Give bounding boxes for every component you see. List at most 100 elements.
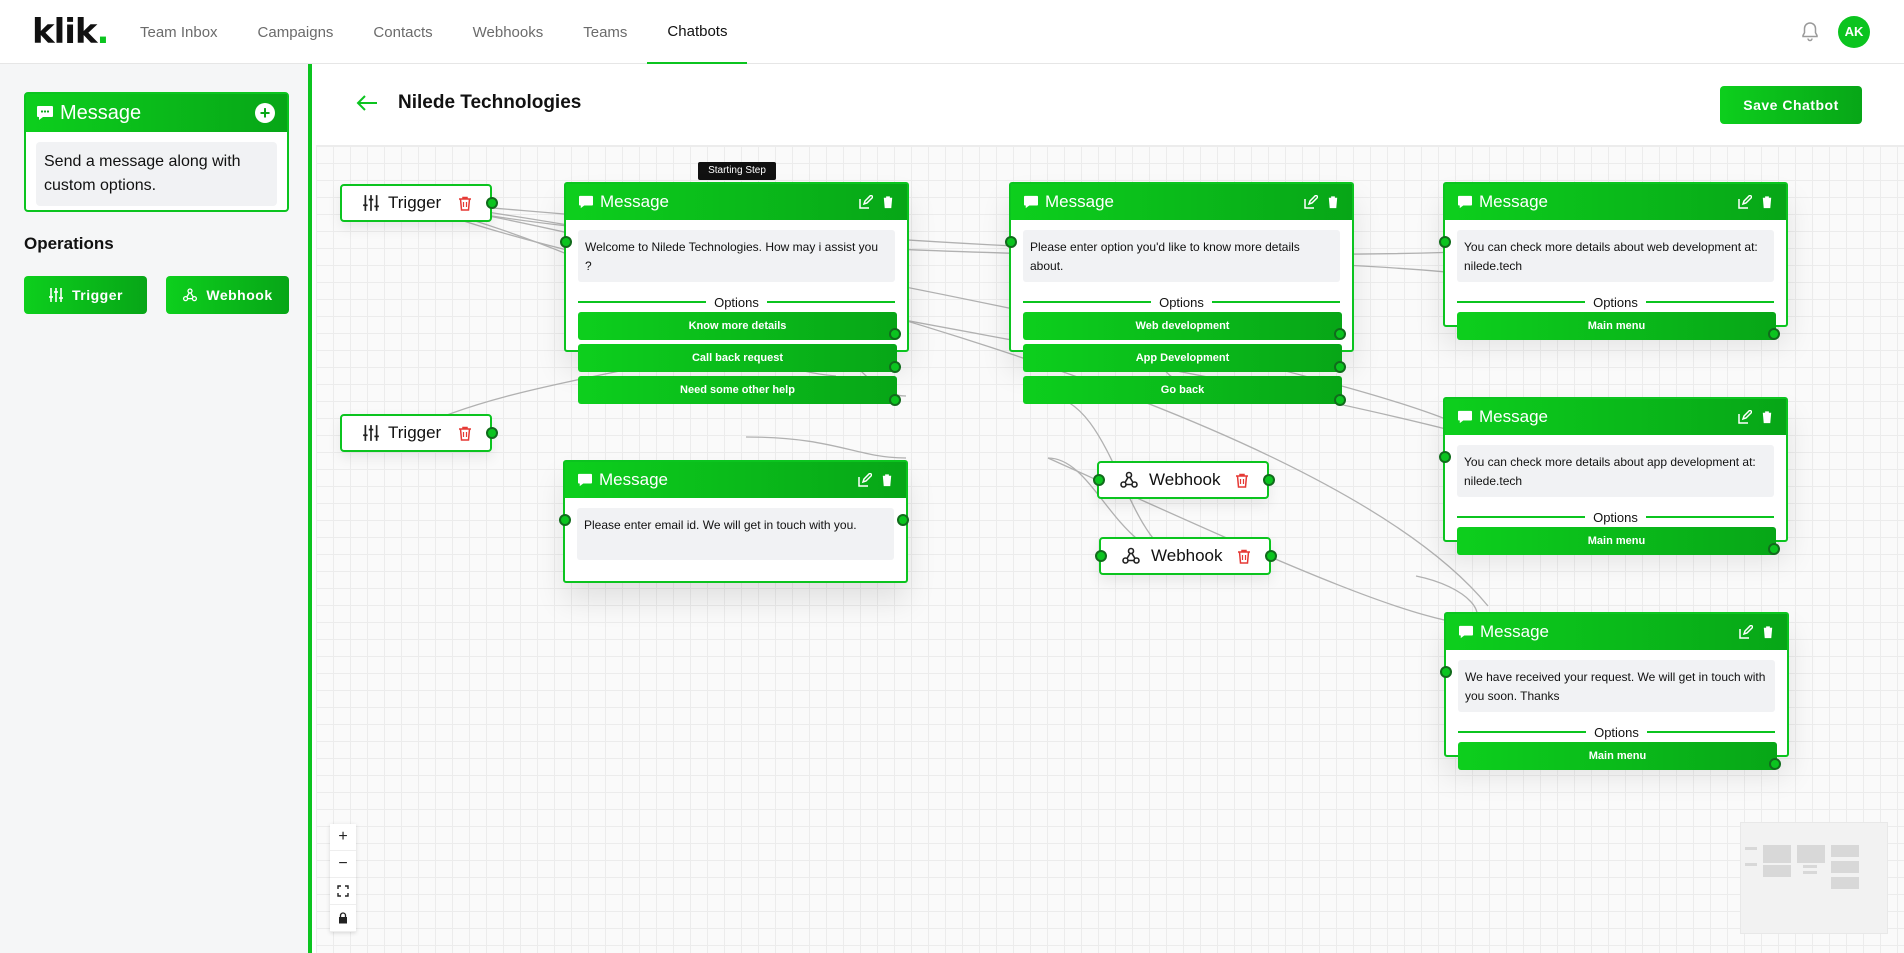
message-block-description: Send a message along with custom options…	[36, 142, 277, 206]
sliders-icon	[363, 425, 379, 441]
edge	[745, 436, 907, 459]
message-node[interactable]: Message You can check more details about…	[1439, 182, 1788, 340]
option-button[interactable]: App Development	[1023, 344, 1342, 372]
klik-logo[interactable]: klik.	[32, 12, 110, 52]
trash-icon[interactable]	[458, 196, 472, 211]
zoom-controls: + −	[330, 824, 356, 932]
flow-canvas[interactable]: Starting Step Trigger Trigger Message We…	[316, 146, 1904, 953]
input-handle[interactable]	[1439, 236, 1451, 248]
message-block-card[interactable]: Message + Send a message along with cust…	[24, 92, 289, 212]
input-handle[interactable]	[1439, 451, 1451, 463]
webhook-operation-button[interactable]: Webhook	[166, 276, 289, 314]
output-handle[interactable]	[889, 361, 901, 373]
nav-teams[interactable]: Teams	[563, 0, 647, 64]
message-node-text: You can check more details about web dev…	[1457, 230, 1774, 282]
nav-chatbots[interactable]: Chatbots	[647, 0, 748, 64]
message-node[interactable]: Message We have received your request. W…	[1440, 612, 1789, 770]
option-button[interactable]: Main menu	[1458, 742, 1777, 770]
option-button[interactable]: Main menu	[1457, 527, 1776, 555]
trash-icon[interactable]	[458, 426, 472, 441]
lock-icon	[339, 912, 347, 924]
trash-icon[interactable]	[1761, 625, 1775, 639]
chat-bubble-icon	[579, 195, 593, 209]
webhook-icon	[1120, 471, 1138, 488]
option-button[interactable]: Web development	[1023, 312, 1342, 340]
edit-icon[interactable]	[859, 195, 873, 209]
back-arrow-icon[interactable]	[356, 94, 378, 112]
webhook-node[interactable]: Webhook	[1093, 461, 1275, 499]
nav-team-inbox[interactable]: Team Inbox	[120, 0, 238, 64]
trash-icon[interactable]	[1760, 410, 1774, 424]
output-handle[interactable]	[1263, 474, 1275, 486]
edit-icon[interactable]	[1738, 195, 1752, 209]
webhook-operation-label: Webhook	[206, 287, 273, 303]
message-node[interactable]: Message You can check more details about…	[1439, 397, 1788, 555]
trash-icon[interactable]	[1235, 473, 1249, 488]
webhook-icon	[183, 288, 198, 302]
message-block-title: Message	[60, 101, 142, 124]
lock-button[interactable]	[330, 905, 356, 932]
message-node[interactable]: Message Please enter option you'd like t…	[1005, 182, 1354, 406]
option-button[interactable]: Call back request	[578, 344, 897, 372]
output-handle[interactable]	[1334, 328, 1346, 340]
input-handle[interactable]	[1095, 550, 1107, 562]
fit-view-button[interactable]	[330, 878, 356, 905]
nav-campaigns[interactable]: Campaigns	[238, 0, 354, 64]
edit-icon[interactable]	[1739, 625, 1753, 639]
output-handle[interactable]	[486, 427, 498, 439]
input-handle[interactable]	[1005, 236, 1017, 248]
add-message-button[interactable]: +	[255, 103, 275, 123]
output-handle[interactable]	[1334, 394, 1346, 406]
edit-icon[interactable]	[1738, 410, 1752, 424]
option-button[interactable]: Know more details	[578, 312, 897, 340]
output-handle[interactable]	[897, 514, 909, 526]
output-handle[interactable]	[486, 197, 498, 209]
zoom-in-button[interactable]: +	[330, 824, 356, 851]
trash-icon[interactable]	[1237, 549, 1251, 564]
message-node[interactable]: Message Please enter email id. We will g…	[559, 460, 909, 583]
input-handle[interactable]	[559, 514, 571, 526]
minimap[interactable]	[1740, 822, 1888, 934]
trigger-operation-button[interactable]: Trigger	[24, 276, 147, 314]
trigger-label: Trigger	[388, 423, 442, 442]
message-node-title: Message	[1045, 192, 1114, 211]
message-node[interactable]: Message Welcome to Nilede Technologies. …	[560, 182, 909, 406]
nav-webhooks[interactable]: Webhooks	[453, 0, 564, 64]
output-handle[interactable]	[1769, 758, 1781, 770]
trigger-node[interactable]: Trigger	[340, 184, 498, 222]
save-chatbot-button[interactable]: Save Chatbot	[1720, 86, 1862, 124]
webhook-node[interactable]: Webhook	[1095, 537, 1277, 575]
input-handle[interactable]	[560, 236, 572, 248]
options-divider: Options	[1023, 294, 1340, 310]
edit-icon[interactable]	[858, 473, 872, 487]
output-handle[interactable]	[1768, 543, 1780, 555]
zoom-out-button[interactable]: −	[330, 851, 356, 878]
trash-icon[interactable]	[880, 473, 894, 487]
bell-icon[interactable]	[1798, 20, 1822, 44]
option-button[interactable]: Go back	[1023, 376, 1342, 404]
output-handle[interactable]	[1768, 328, 1780, 340]
output-handle[interactable]	[1265, 550, 1277, 562]
options-divider: Options	[1458, 724, 1775, 740]
output-handle[interactable]	[889, 328, 901, 340]
output-handle[interactable]	[1334, 361, 1346, 373]
user-avatar[interactable]: AK	[1838, 16, 1870, 48]
edit-icon[interactable]	[1304, 195, 1318, 209]
option-button[interactable]: Main menu	[1457, 312, 1776, 340]
message-node-header: Message	[1445, 184, 1786, 220]
logo-dot: .	[96, 12, 110, 52]
message-node-text: We have received your request. We will g…	[1458, 660, 1775, 712]
message-node-header: Message	[1445, 399, 1786, 435]
input-handle[interactable]	[1093, 474, 1105, 486]
nav-contacts[interactable]: Contacts	[353, 0, 452, 64]
chat-bubble-icon	[578, 473, 592, 487]
trash-icon[interactable]	[1760, 195, 1774, 209]
webhook-label: Webhook	[1149, 470, 1221, 489]
trigger-node[interactable]: Trigger	[340, 414, 498, 452]
output-handle[interactable]	[889, 394, 901, 406]
trash-icon[interactable]	[881, 195, 895, 209]
option-button[interactable]: Need some other help	[578, 376, 897, 404]
trash-icon[interactable]	[1326, 195, 1340, 209]
input-handle[interactable]	[1440, 666, 1452, 678]
message-node-header: Message	[565, 462, 906, 498]
